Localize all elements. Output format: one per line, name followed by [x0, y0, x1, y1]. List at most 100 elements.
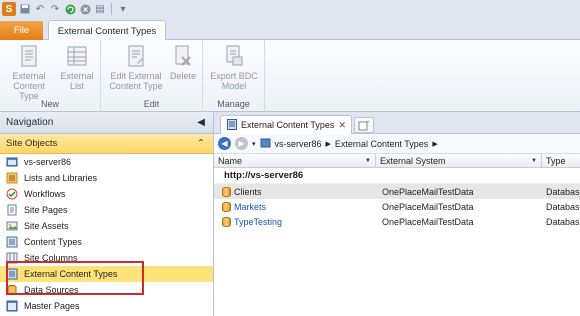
customize-toolbar-icon[interactable]: ▾	[117, 3, 129, 15]
filter-dropdown-icon[interactable]: ▼	[531, 158, 537, 164]
sidebar-item-content-types[interactable]: Content Types	[0, 234, 213, 250]
sidebar-item-label: Workflows	[24, 189, 66, 199]
sidebar-item-external-content-types[interactable]: External Content Types	[0, 266, 213, 282]
table-row[interactable]: Markets OnePlaceMailTestData Database	[214, 199, 580, 214]
columns-icon	[6, 252, 18, 264]
redo-icon[interactable]: ↷	[49, 3, 61, 15]
sidebar-item-site-columns[interactable]: Site Columns	[0, 250, 213, 266]
sidebar-item-site-pages[interactable]: Site Pages	[0, 202, 213, 218]
filter-dropdown-icon[interactable]: ▼	[365, 158, 371, 164]
new-tab-icon	[358, 120, 370, 130]
sidebar-item-label: Lists and Libraries	[24, 173, 98, 183]
sidebar-item-label: Master Pages	[24, 301, 80, 311]
breadcrumb-dropdown-icon[interactable]: ▾	[252, 140, 256, 148]
button-label: Edit External Content Type	[109, 71, 163, 91]
breadcrumb-item-site[interactable]: vs-server86	[275, 139, 322, 149]
sidebar-item-lists-and-libraries[interactable]: Lists and Libraries	[0, 170, 213, 186]
button-label: External List	[60, 71, 94, 91]
new-external-content-type-button[interactable]: External Content Type	[6, 43, 52, 101]
sidebar-item-master-pages[interactable]: Master Pages	[0, 298, 213, 314]
table-row[interactable]: Clients OnePlaceMailTestData Database	[214, 184, 580, 199]
database-icon	[222, 216, 231, 227]
refresh-icon[interactable]	[64, 3, 76, 15]
button-label: External Content Type	[12, 71, 46, 101]
forward-icon[interactable]: ▶	[235, 137, 248, 150]
close-tab-icon[interactable]: ✕	[338, 120, 346, 131]
save-icon[interactable]	[19, 3, 31, 15]
document-tab-bar: External Content Types ✕	[214, 112, 580, 134]
row-name[interactable]: Clients	[234, 187, 262, 197]
file-tab[interactable]: File	[0, 21, 43, 40]
tab-external-content-types[interactable]: External Content Types	[48, 20, 166, 41]
breadcrumb-separator-icon: ▶	[432, 140, 438, 148]
tab-external-content-types-doc[interactable]: External Content Types ✕	[220, 115, 352, 134]
sidebar-item-label: vs-server86	[24, 157, 72, 167]
section-collapse-icon[interactable]: ⌃	[197, 138, 205, 149]
column-header-name[interactable]: Name ▼	[214, 154, 376, 167]
ribbon-group-manage: Export BDC Model Manage	[203, 40, 265, 112]
navigation-pane: Navigation ◀ Site Objects ⌃ vs-server86 …	[0, 112, 214, 316]
ribbon-group-label: Edit	[143, 99, 160, 109]
master-pages-icon	[6, 300, 18, 312]
external-content-type-icon	[19, 43, 39, 69]
column-header-external-system[interactable]: External System ▼	[376, 154, 542, 167]
navigation-header: Navigation ◀	[0, 112, 213, 134]
sidebar-item-label: Data Sources	[24, 285, 79, 295]
sidebar-item-label: Site Pages	[24, 205, 68, 215]
sidebar-item-label: Site Assets	[24, 221, 69, 231]
data-sources-icon	[6, 284, 18, 296]
table-row[interactable]: TypeTesting OnePlaceMailTestData Databas…	[214, 214, 580, 229]
preview-icon[interactable]: ▤	[94, 3, 106, 15]
delete-button[interactable]: Delete	[167, 43, 199, 81]
export-bdc-model-icon	[224, 43, 244, 69]
undo-icon[interactable]: ↶	[34, 3, 46, 15]
document-tab-label: External Content Types	[241, 120, 335, 130]
collapse-navigation-icon[interactable]: ◀	[197, 117, 205, 128]
ribbon-group-edit: Edit External Content Type Delete Edit	[101, 40, 203, 112]
row-name[interactable]: Markets	[234, 202, 266, 212]
database-icon	[222, 186, 231, 197]
breadcrumb-separator-icon: ▶	[325, 140, 331, 148]
site-home-icon	[260, 138, 271, 150]
ribbon-group-label: Manage	[217, 99, 250, 109]
toolbar-separator	[111, 3, 112, 15]
site-icon	[6, 156, 18, 168]
external-content-types-icon	[6, 268, 18, 280]
quick-access-toolbar: S ↶ ↷ ▤ ▾	[0, 0, 580, 18]
ribbon-group-label: New	[40, 99, 59, 109]
sidebar-item-site-assets[interactable]: Site Assets	[0, 218, 213, 234]
sidebar-item-label: External Content Types	[24, 269, 118, 279]
row-type: Database	[546, 186, 580, 197]
export-bdc-model-button[interactable]: Export BDC Model	[207, 43, 261, 91]
row-name[interactable]: TypeTesting	[234, 217, 282, 227]
pages-icon	[6, 204, 18, 216]
delete-icon	[173, 43, 193, 69]
row-type: Database	[546, 216, 580, 227]
ribbon-group-new: External Content Type External List New	[0, 40, 101, 112]
site-objects-label: Site Objects	[6, 138, 58, 149]
row-type: Database	[546, 201, 580, 212]
workflow-icon	[6, 188, 18, 200]
column-header-type[interactable]: Type	[542, 154, 580, 167]
ribbon-tab-bar: File External Content Types	[0, 18, 580, 41]
row-external-system: OnePlaceMailTestData	[382, 216, 474, 227]
sidebar-item-data-sources[interactable]: Data Sources	[0, 282, 213, 298]
back-icon[interactable]: ◀	[218, 137, 231, 150]
new-tab-button[interactable]	[354, 117, 374, 133]
site-objects-section-header[interactable]: Site Objects ⌃	[0, 134, 213, 154]
sharepoint-designer-logo-icon: S	[2, 2, 16, 16]
sidebar-item-workflows[interactable]: Workflows	[0, 186, 213, 202]
new-external-list-button[interactable]: External List	[58, 43, 96, 91]
sidebar-item-site[interactable]: vs-server86	[0, 154, 213, 170]
list-icon	[6, 172, 18, 184]
edit-external-content-type-button[interactable]: Edit External Content Type	[107, 43, 165, 91]
stop-icon[interactable]	[79, 3, 91, 15]
external-content-types-tab-icon	[227, 118, 237, 132]
sidebar-item-label: Site Columns	[24, 253, 78, 263]
edit-content-type-icon	[126, 43, 146, 69]
content-types-icon	[6, 236, 18, 248]
breadcrumb: ◀ ▶ ▾ vs-server86 ▶ External Content Typ…	[214, 134, 580, 154]
breadcrumb-item-external-content-types[interactable]: External Content Types	[335, 139, 428, 149]
sidebar-item-label: Content Types	[24, 237, 82, 247]
assets-icon	[6, 220, 18, 232]
